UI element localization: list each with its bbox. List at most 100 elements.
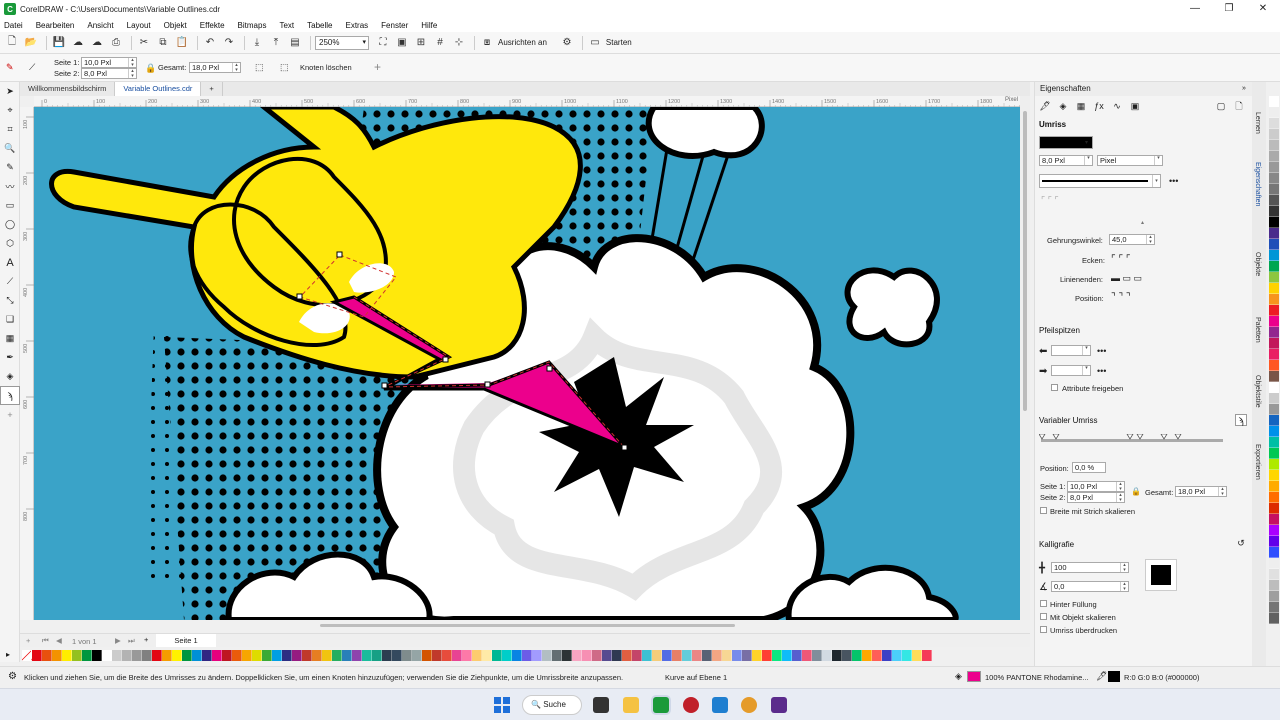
reset-calligraphy-icon[interactable]: ↺ xyxy=(1235,537,1247,549)
palette-swatch[interactable] xyxy=(162,650,172,661)
drop-shadow-icon[interactable]: ❑ xyxy=(0,310,20,329)
export-icon[interactable]: ⤒ xyxy=(268,35,284,51)
palette-swatch[interactable] xyxy=(882,650,892,661)
strip-swatch[interactable] xyxy=(1269,547,1279,558)
strip-swatch[interactable] xyxy=(1269,404,1279,415)
menu-extras[interactable]: Extras xyxy=(345,21,368,30)
strip-swatch[interactable] xyxy=(1269,118,1279,129)
file-explorer-icon[interactable] xyxy=(623,697,639,713)
strip-swatch[interactable] xyxy=(1269,602,1279,613)
docker-expand-icon[interactable]: » xyxy=(1238,83,1250,95)
variable-position-field[interactable]: 0,0 % xyxy=(1072,462,1106,473)
launch-icon[interactable]: ▭ xyxy=(587,35,603,51)
add-page-after-icon[interactable]: + xyxy=(144,635,148,644)
drawing-canvas[interactable] xyxy=(34,107,1020,620)
palette-swatch[interactable] xyxy=(912,650,922,661)
document-palette-strip[interactable] xyxy=(1268,96,1280,656)
redo-icon[interactable]: ↷ xyxy=(221,35,237,51)
paste-icon[interactable]: 📋 xyxy=(174,35,190,51)
new-page-icon[interactable]: 🗋 xyxy=(1233,100,1245,112)
panel-side1-field[interactable]: 10,0 Pxl ▴ ▾ xyxy=(1067,481,1125,492)
outline-color-dropdown-icon[interactable]: ▾ xyxy=(1085,139,1088,146)
palette-swatch[interactable] xyxy=(462,650,472,661)
page-tab-1[interactable]: Seite 1 xyxy=(156,634,216,647)
palette-swatch[interactable] xyxy=(432,650,442,661)
palette-swatch[interactable] xyxy=(282,650,292,661)
launch-dropdown[interactable]: Starten xyxy=(606,38,632,47)
lock-icon[interactable]: 🔒 xyxy=(145,63,156,74)
add-toolbar-plus-icon[interactable]: + xyxy=(374,60,381,74)
palette-swatch[interactable] xyxy=(822,650,832,661)
palette-swatch[interactable] xyxy=(122,650,132,661)
palette-swatch[interactable] xyxy=(422,650,432,661)
connector-tool-icon[interactable]: ⤡ xyxy=(0,291,20,310)
bitmap-tab-icon[interactable]: ▣ xyxy=(1129,100,1141,112)
vertical-scroll-thumb[interactable] xyxy=(1023,111,1027,411)
scale-width-checkbox[interactable] xyxy=(1040,507,1047,514)
outline-color-swatch[interactable] xyxy=(1108,671,1120,682)
palette-swatch[interactable] xyxy=(552,650,562,661)
strip-swatch[interactable] xyxy=(1269,371,1279,382)
grid-icon[interactable]: # xyxy=(432,35,448,51)
variable-outline-tool-button[interactable]: ϡ xyxy=(1235,414,1247,426)
rectangle-tool-icon[interactable]: ▭ xyxy=(0,196,20,215)
palette-swatch[interactable] xyxy=(712,650,722,661)
palette-swatch[interactable] xyxy=(222,650,232,661)
palette-swatch[interactable] xyxy=(342,650,352,661)
end-arrow-more-icon[interactable]: ••• xyxy=(1097,366,1106,376)
new-tab-plus-icon[interactable]: + xyxy=(201,82,223,96)
panel-total-field[interactable]: 18,0 Pxl ▴ ▾ xyxy=(1175,486,1227,497)
strip-swatch[interactable] xyxy=(1269,140,1279,151)
palette-swatch[interactable] xyxy=(332,650,342,661)
overprint-outline-checkbox[interactable] xyxy=(1040,626,1047,633)
strip-swatch[interactable] xyxy=(1269,294,1279,305)
strip-swatch[interactable] xyxy=(1269,151,1279,162)
palette-swatch[interactable] xyxy=(242,650,252,661)
strip-swatch[interactable] xyxy=(1269,272,1279,283)
strip-swatch[interactable] xyxy=(1269,305,1279,316)
strip-swatch[interactable] xyxy=(1269,591,1279,602)
strip-swatch[interactable] xyxy=(1269,492,1279,503)
menu-bearbeiten[interactable]: Bearbeiten xyxy=(36,21,75,30)
variable-outline-handles[interactable] xyxy=(1039,434,1225,444)
strip-swatch[interactable] xyxy=(1269,382,1279,393)
palette-swatch[interactable] xyxy=(522,650,532,661)
zoom-tool-icon[interactable]: 🔍 xyxy=(0,139,20,158)
strip-swatch[interactable] xyxy=(1269,96,1279,107)
palette-swatch[interactable] xyxy=(572,650,582,661)
strip-swatch[interactable] xyxy=(1269,514,1279,525)
horizontal-ruler[interactable]: 0 100 200 300 400 500 600 700 800 900 1000 1100 1200… xyxy=(34,96,1020,107)
last-page-icon[interactable]: ⏭ xyxy=(128,636,135,646)
palette-swatch[interactable] xyxy=(452,650,462,661)
palette-swatch[interactable] xyxy=(732,650,742,661)
side-tab-export[interactable]: Exportieren xyxy=(1254,444,1261,480)
copy-icon[interactable]: ⧉ xyxy=(155,35,171,51)
palette-swatch[interactable] xyxy=(642,650,652,661)
palette-swatch[interactable] xyxy=(382,650,392,661)
palette-swatch[interactable] xyxy=(692,650,702,661)
strip-swatch[interactable] xyxy=(1269,525,1279,536)
palette-swatch[interactable] xyxy=(232,650,242,661)
palette-swatch[interactable] xyxy=(192,650,202,661)
prev-page-icon[interactable]: ◀ xyxy=(56,636,62,645)
strip-swatch[interactable] xyxy=(1269,360,1279,371)
palette-swatch[interactable] xyxy=(602,650,612,661)
panel-side2-field[interactable]: 8,0 Pxl ▴ ▾ xyxy=(1067,492,1125,503)
outline-position-icons[interactable]: ⌝ ⌝ ⌝ xyxy=(1111,292,1131,303)
collapse-section-icon[interactable]: ▴ xyxy=(1141,219,1144,226)
snap-to-dropdown[interactable]: Ausrichten an xyxy=(498,38,547,47)
menu-objekt[interactable]: Objekt xyxy=(164,21,187,30)
palette-swatch[interactable] xyxy=(512,650,522,661)
palette-swatch[interactable] xyxy=(292,650,302,661)
strip-swatch[interactable] xyxy=(1269,448,1279,459)
palette-swatch[interactable] xyxy=(362,650,372,661)
tab-variable-outlines[interactable]: Variable Outlines.cdr xyxy=(115,82,202,96)
palette-swatch[interactable] xyxy=(112,650,122,661)
palette-swatch[interactable] xyxy=(762,650,772,661)
horizontal-scroll-thumb[interactable] xyxy=(320,624,735,627)
corel-font-manager-icon[interactable] xyxy=(712,697,728,713)
strip-swatch[interactable] xyxy=(1269,426,1279,437)
palette-swatch[interactable] xyxy=(442,650,452,661)
strip-swatch[interactable] xyxy=(1269,580,1279,591)
strip-swatch[interactable] xyxy=(1269,206,1279,217)
